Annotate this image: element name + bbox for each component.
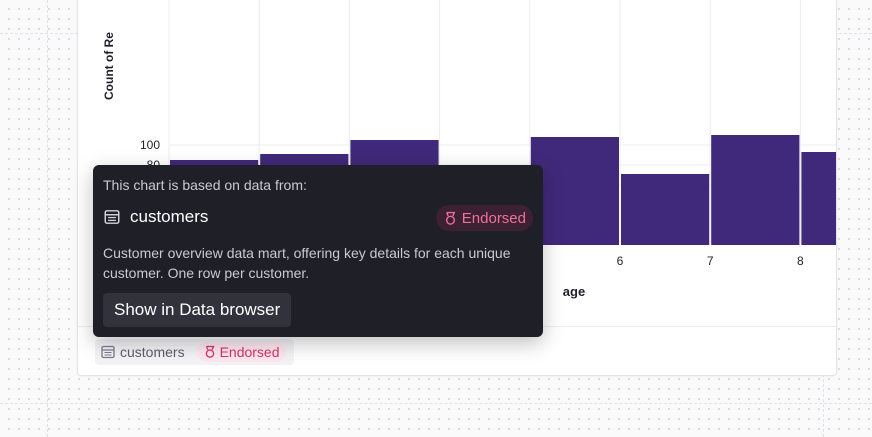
guide-line-bottom bbox=[0, 403, 872, 404]
y-axis-label: Count of Re bbox=[102, 32, 116, 100]
tooltip-dataset-name: customers bbox=[130, 207, 209, 226]
data-source-chip[interactable]: customers Endorsed bbox=[95, 339, 294, 365]
histogram-bar bbox=[621, 174, 710, 245]
histogram-bar bbox=[530, 137, 619, 245]
x-axis-label: age bbox=[562, 284, 586, 299]
data-source-tooltip: This chart is based on data from: custom… bbox=[93, 165, 543, 337]
x-tick-label: 6 bbox=[617, 254, 624, 268]
tooltip-endorsed-badge: Endorsed bbox=[435, 205, 533, 231]
tooltip-hint: This chart is based on data from: bbox=[103, 177, 307, 193]
tooltip-description: Customer overview data mart, offering ke… bbox=[103, 245, 511, 281]
endorsed-badge-label: Endorsed bbox=[219, 344, 280, 360]
endorsed-badge: Endorsed bbox=[196, 342, 286, 362]
table-icon bbox=[103, 208, 121, 226]
medal-icon bbox=[443, 211, 458, 226]
show-in-data-browser-button[interactable]: Show in Data browser bbox=[103, 293, 292, 327]
tooltip-endorsed-label: Endorsed bbox=[461, 209, 526, 227]
histogram-bar bbox=[711, 135, 800, 245]
x-tick-label: 7 bbox=[707, 254, 714, 268]
medal-icon bbox=[203, 345, 217, 359]
histogram-bar bbox=[801, 152, 836, 245]
tooltip-dataset-row: customers bbox=[103, 207, 208, 227]
table-icon bbox=[100, 344, 116, 360]
y-tick-label: 100 bbox=[140, 138, 160, 152]
data-source-name: customers bbox=[120, 344, 185, 360]
x-tick-label: 8 bbox=[797, 254, 804, 268]
guide-line-left bbox=[47, 0, 48, 437]
